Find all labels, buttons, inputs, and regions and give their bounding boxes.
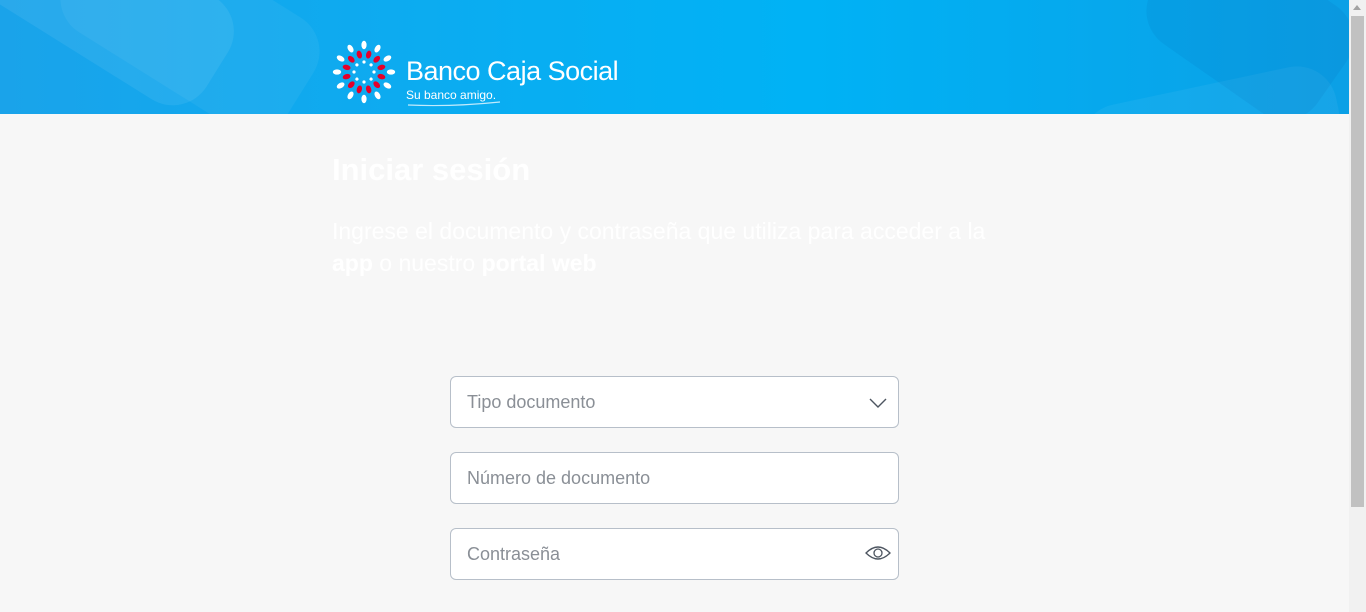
document-number-field xyxy=(450,452,899,504)
sun-burst-logo-icon xyxy=(332,40,396,104)
eye-icon[interactable] xyxy=(865,544,891,562)
login-description: Ingrese el documento y contraseña que ut… xyxy=(332,218,986,276)
portal-web-emphasis: portal web xyxy=(481,250,597,276)
chevron-down-icon xyxy=(869,398,887,408)
tagline-underline xyxy=(407,101,501,107)
document-number-input[interactable] xyxy=(451,453,898,503)
document-type-placeholder: Tipo documento xyxy=(467,392,596,412)
scrollbar-thumb[interactable] xyxy=(1351,16,1364,507)
vertical-scrollbar[interactable] xyxy=(1349,0,1366,612)
password-field xyxy=(450,528,899,580)
header: Banco Caja Social Su banco amigo. xyxy=(0,0,1349,114)
page-title: Iniciar sesión xyxy=(332,152,531,187)
brand-name: Banco Caja Social xyxy=(406,56,619,86)
app-emphasis: app xyxy=(332,250,373,276)
logo[interactable]: Banco Caja Social Su banco amigo. xyxy=(332,40,622,107)
scroll-up-arrow[interactable] xyxy=(1353,5,1361,10)
password-input[interactable] xyxy=(451,529,898,579)
page: Banco Caja Social Su banco amigo. Inicia… xyxy=(0,0,1349,612)
document-type-select[interactable]: Tipo documento xyxy=(450,376,899,428)
